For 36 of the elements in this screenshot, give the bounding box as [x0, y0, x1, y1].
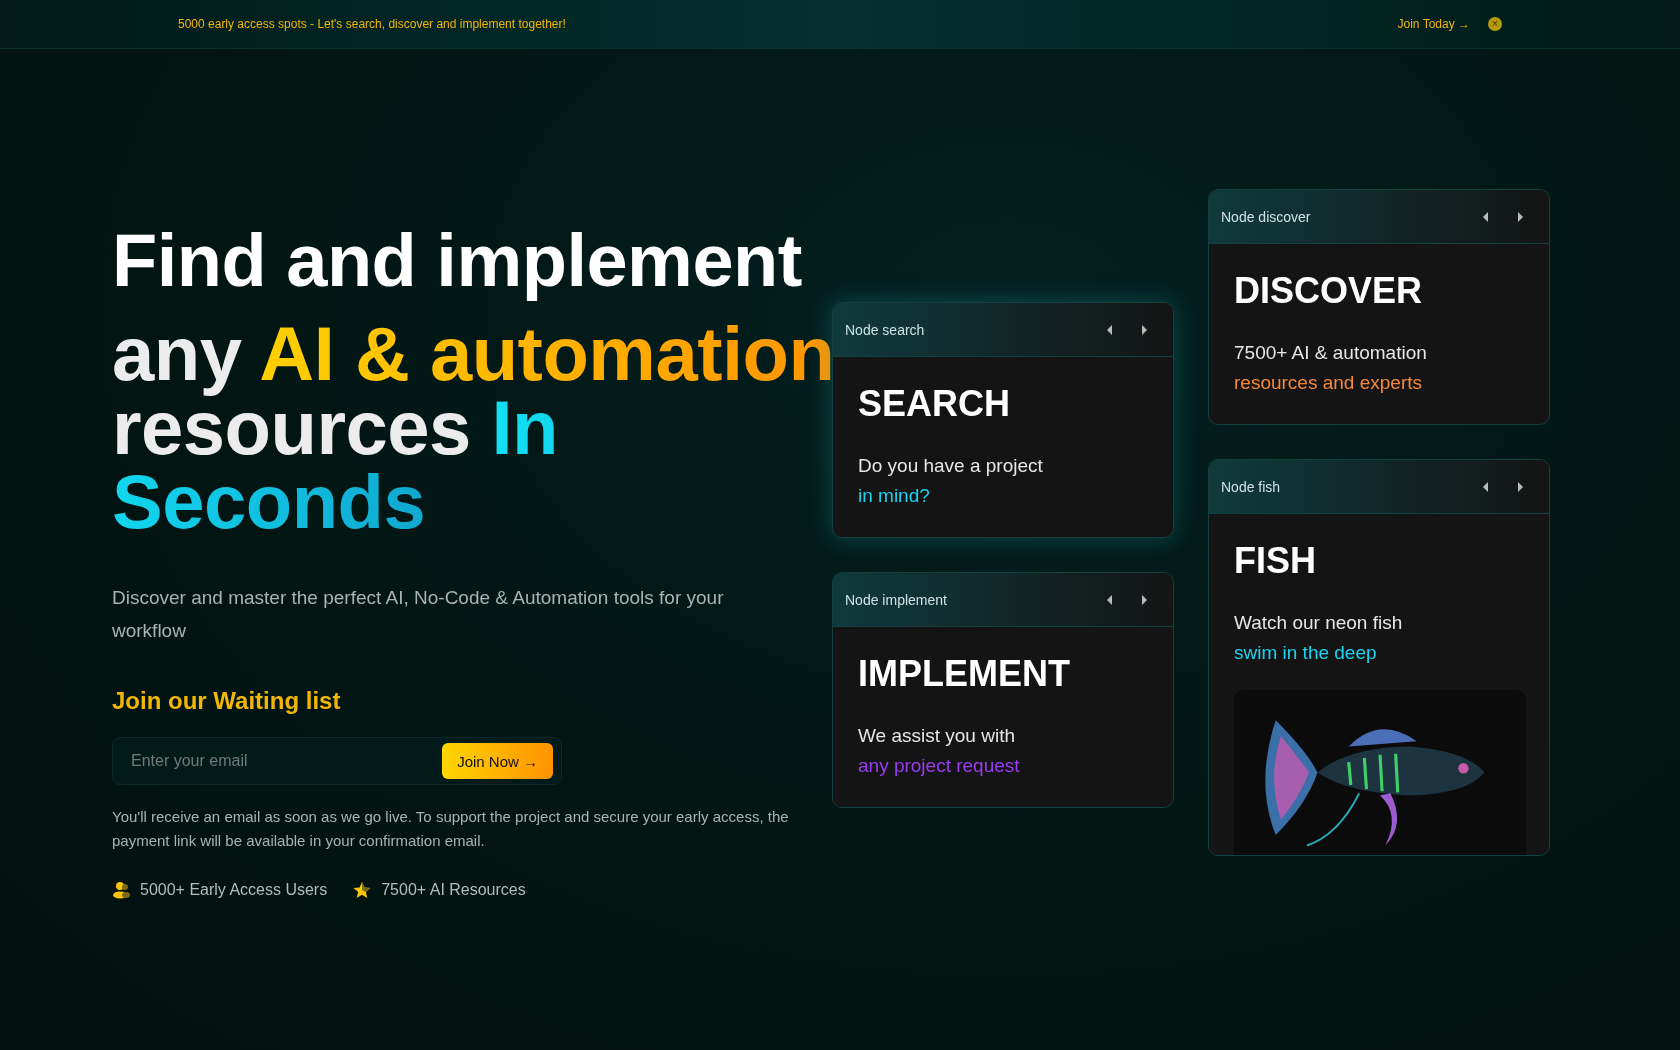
previous-icon[interactable] [1105, 323, 1113, 336]
card-highlight: any project request [858, 754, 1021, 778]
join-now-button[interactable]: Join Now → [442, 743, 553, 779]
next-icon[interactable] [1517, 210, 1525, 223]
card-title: DISCOVER [1234, 270, 1424, 312]
card-highlight: in mind? [858, 484, 931, 508]
card-text: We assist you with [858, 724, 1016, 748]
card-label: Node discover [1221, 208, 1311, 225]
previous-icon[interactable] [1481, 480, 1489, 493]
stat-text: 5000+ Early Access Users [140, 881, 328, 899]
card-label: Node implement [845, 591, 947, 608]
announcement-text: 5000 early access spots - Let's search, discover and implement together! [178, 17, 566, 31]
waitlist-heading: Join our Waiting list [112, 687, 342, 715]
previous-icon[interactable] [1481, 210, 1489, 223]
card-highlight: swim in the deep [1234, 641, 1378, 665]
card-text: 7500+ AI & automation [1234, 341, 1428, 365]
card-title: FISH [1234, 540, 1317, 582]
previous-icon[interactable] [1105, 593, 1113, 606]
next-icon[interactable] [1517, 480, 1525, 493]
card-title: IMPLEMENT [858, 653, 1071, 695]
users-icon [112, 881, 130, 899]
card-label: Node search [845, 321, 925, 338]
next-icon[interactable] [1141, 593, 1149, 606]
star-icon [353, 881, 372, 899]
card-title: SEARCH [858, 383, 1011, 425]
card-text: Do you have a project [858, 454, 1044, 478]
subtitle: Discover and master the perfect AI, No-Code & Automation tools for your workflow [112, 586, 725, 643]
card-highlight: resources and experts [1234, 371, 1423, 395]
join-today-link[interactable]: Join Today → [1397, 17, 1470, 31]
card-label: Node fish [1221, 478, 1281, 495]
stat-text: 7500+ AI Resources [381, 881, 526, 899]
card-text: Watch our neon fish [1234, 611, 1404, 635]
next-icon[interactable] [1141, 323, 1149, 336]
email-field[interactable]: Enter your email Join Now → [112, 737, 562, 785]
close-button[interactable]: × [1488, 17, 1502, 31]
waitlist-note: You'll receive an email as soon as we go live. To support the project and secure your early access, the payment link will be available in your confirmation email. [112, 807, 790, 851]
